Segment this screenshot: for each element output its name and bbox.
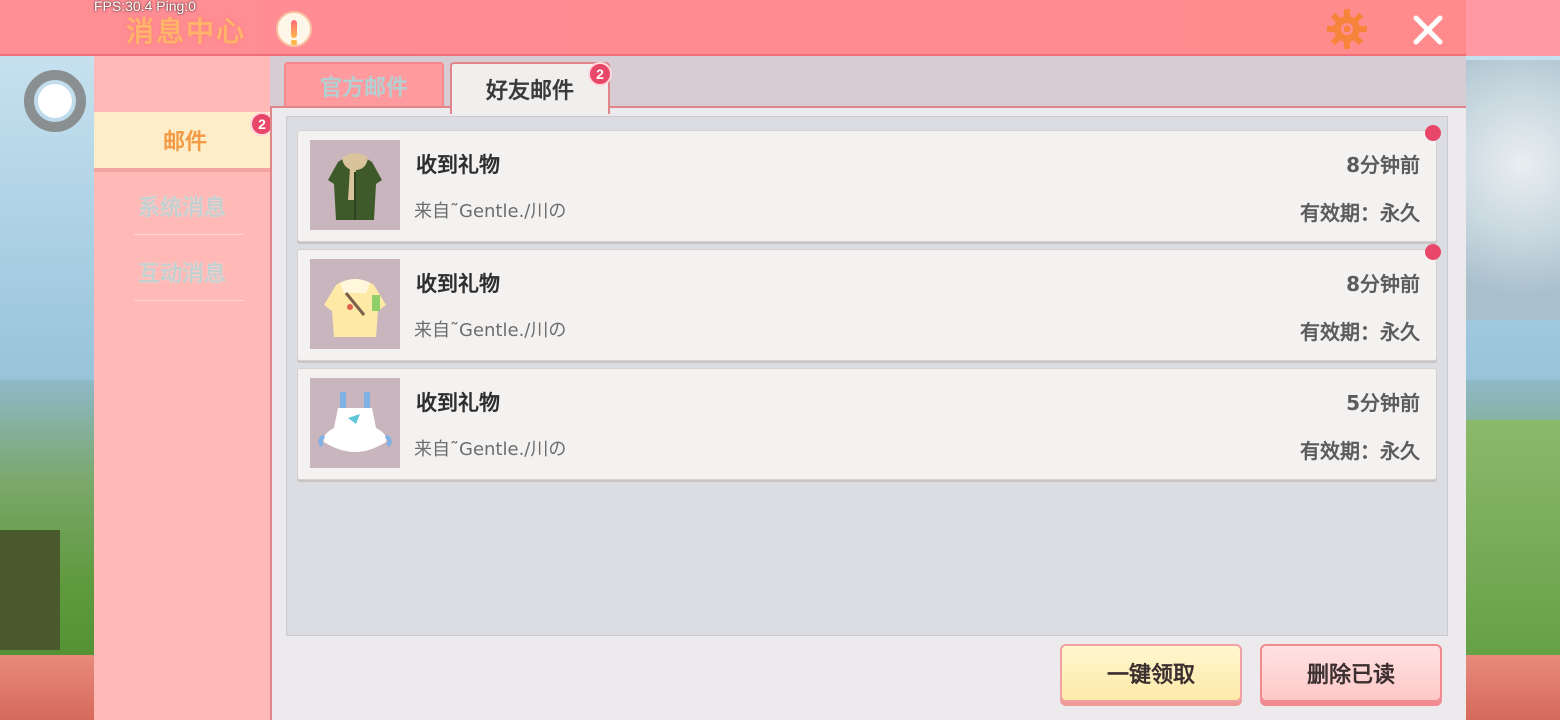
close-icon[interactable]: [1408, 10, 1448, 50]
mail-time: 5分钟前: [1346, 391, 1420, 415]
delete-read-button[interactable]: 删除已读: [1260, 644, 1442, 702]
yellow-jacket-icon: [310, 259, 400, 349]
mail-item[interactable]: 收到礼物 来自˜Gentle./川の 8分钟前 有效期：永久: [297, 130, 1437, 242]
mail-sender: 来自˜Gentle./川の: [414, 201, 567, 222]
mail-subject: 收到礼物: [416, 391, 500, 415]
sidebar-item-label: 系统消息: [137, 196, 226, 221]
joystick-ring[interactable]: [24, 70, 86, 132]
mail-list[interactable]: 收到礼物 来自˜Gentle./川の 8分钟前 有效期：永久 收到礼物 来自˜G…: [286, 116, 1448, 636]
white-dress-icon: [310, 378, 400, 468]
tab-friend-badge: 2: [588, 62, 612, 86]
tab-official-mail[interactable]: 官方邮件: [284, 62, 444, 108]
mail-expiry: 有效期：永久: [1300, 201, 1420, 225]
green-coat-icon: [310, 140, 400, 230]
mail-subject: 收到礼物: [416, 272, 500, 296]
mail-sender: 来自˜Gentle./川の: [414, 439, 567, 460]
tab-friend-mail[interactable]: 好友邮件: [450, 62, 610, 114]
page-title: 消息中心: [126, 15, 247, 48]
claim-all-button[interactable]: 一键领取: [1060, 644, 1242, 702]
sidebar-item-label: 邮件: [162, 130, 207, 155]
mail-subject: 收到礼物: [416, 153, 500, 177]
mail-time: 8分钟前: [1346, 272, 1420, 296]
sidebar-item-interaction-messages[interactable]: 互动消息: [94, 244, 270, 300]
mail-expiry: 有效期：永久: [1300, 320, 1420, 344]
gear-icon[interactable]: [1326, 8, 1368, 50]
mail-sender: 来自˜Gentle./川の: [414, 320, 567, 341]
sidebar-item-label: 互动消息: [137, 262, 226, 287]
mail-item[interactable]: 收到礼物 来自˜Gentle./川の 5分钟前 有效期：永久: [297, 368, 1437, 480]
sidebar-divider: [134, 234, 244, 235]
sidebar-item-mail[interactable]: 邮件: [94, 112, 276, 168]
tab-label: 好友邮件: [485, 79, 574, 104]
mail-panel: 官方邮件 好友邮件 2 收到礼物 来自˜Gentle./川の 8分钟前 有效期：…: [270, 56, 1466, 720]
tree: [1466, 60, 1560, 320]
exclamation-icon[interactable]: [276, 11, 312, 47]
mail-expiry: 有效期：永久: [1300, 439, 1420, 463]
sidebar-item-system-messages[interactable]: 系统消息: [94, 178, 270, 234]
unread-dot: [1425, 244, 1441, 260]
title-bar-deco: [1466, 0, 1560, 56]
sidebar: 邮件 2 系统消息 互动消息: [94, 56, 276, 720]
unread-dot: [1425, 125, 1441, 141]
mail-item[interactable]: 收到礼物 来自˜Gentle./川の 8分钟前 有效期：永久: [297, 249, 1437, 361]
sidebar-divider: [134, 300, 244, 301]
grass-block: [0, 530, 60, 650]
mail-time: 8分钟前: [1346, 153, 1420, 177]
tab-label: 官方邮件: [319, 76, 408, 101]
